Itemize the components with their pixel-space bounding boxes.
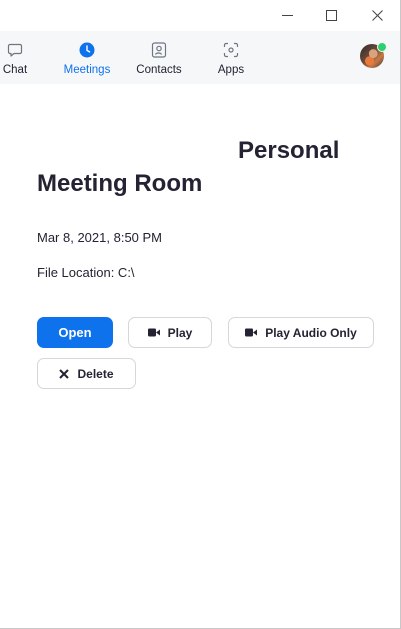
minimize-button[interactable] [264, 0, 310, 31]
video-camera-icon [245, 328, 258, 337]
recording-title-line2: Meeting Room [37, 170, 203, 197]
open-button-label: Open [58, 325, 92, 340]
title-bar [0, 0, 400, 31]
top-nav: Chat Meetings Contacts Apps [0, 31, 400, 84]
file-location[interactable]: File Location: C:\ [37, 265, 135, 280]
video-camera-icon [147, 328, 160, 337]
nav-label-meetings: Meetings [63, 64, 111, 76]
maximize-button[interactable] [308, 0, 354, 31]
presence-status-dot [377, 42, 387, 52]
nav-item-meetings[interactable]: Meetings [58, 31, 116, 84]
window-frame [0, 0, 401, 629]
nav-item-contacts[interactable]: Contacts [130, 31, 188, 84]
close-icon [371, 10, 383, 21]
play-button[interactable]: Play [128, 317, 212, 348]
apps-icon [223, 42, 239, 58]
maximize-icon [325, 10, 337, 21]
minimize-icon [281, 15, 293, 16]
nav-label-contacts: Contacts [136, 64, 182, 76]
close-icon [59, 368, 70, 379]
chat-icon [7, 43, 23, 57]
play-audio-only-button[interactable]: Play Audio Only [228, 317, 374, 348]
delete-button-label: Delete [77, 366, 114, 381]
nav-item-chat[interactable]: Chat [0, 31, 30, 84]
contacts-icon [151, 42, 167, 58]
recording-title-line1: Personal [238, 137, 340, 164]
nav-label-apps: Apps [217, 64, 245, 76]
nav-item-apps[interactable]: Apps [206, 31, 256, 84]
play-audio-only-button-label: Play Audio Only [265, 325, 357, 340]
play-button-label: Play [167, 325, 193, 340]
open-button[interactable]: Open [37, 317, 113, 348]
nav-label-chat: Chat [2, 64, 28, 76]
recording-date: Mar 8, 2021, 8:50 PM [37, 230, 163, 245]
recording-title: Personal Meeting Room [37, 134, 367, 200]
close-button[interactable] [354, 0, 400, 31]
clock-icon [79, 42, 95, 58]
delete-button[interactable]: Delete [37, 358, 136, 389]
